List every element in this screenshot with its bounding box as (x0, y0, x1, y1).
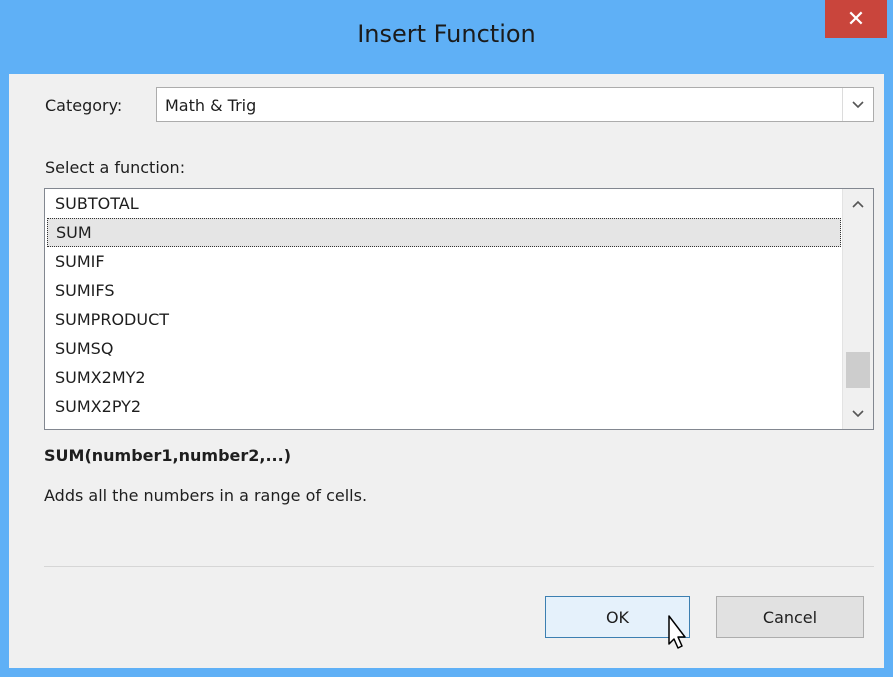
chevron-down-icon[interactable] (842, 88, 873, 121)
function-list-item[interactable]: SUMIF (45, 247, 843, 276)
close-icon: ✕ (846, 6, 866, 32)
close-button[interactable]: ✕ (825, 0, 887, 38)
category-label: Category: (45, 96, 123, 115)
category-dropdown[interactable]: Math & Trig (156, 87, 874, 122)
function-list-items: SUBTOTAL SUM SUMIF SUMIFS SUMPRODUCT SUMSQ SUM… (45, 189, 843, 421)
insert-function-dialog: Insert Function ✕ Category: Math & Trig … (0, 0, 893, 677)
divider (44, 566, 874, 567)
function-list-item[interactable]: SUMX2PY2 (45, 392, 843, 421)
function-list-item[interactable]: SUMX2MY2 (45, 363, 843, 392)
category-selected-value: Math & Trig (165, 96, 257, 115)
scrollbar-thumb[interactable] (846, 352, 870, 388)
function-list-item[interactable]: SUBTOTAL (45, 189, 843, 218)
scroll-down-icon[interactable] (843, 399, 873, 429)
title-bar[interactable]: Insert Function ✕ (0, 0, 893, 74)
cancel-button[interactable]: Cancel (716, 596, 864, 638)
dialog-body: Category: Math & Trig Select a function:… (9, 74, 884, 668)
list-scrollbar[interactable] (842, 189, 873, 429)
scroll-up-icon[interactable] (843, 189, 873, 219)
function-listbox[interactable]: SUBTOTAL SUM SUMIF SUMIFS SUMPRODUCT SUMSQ SUM… (44, 188, 874, 430)
function-list-item[interactable]: SUMSQ (45, 334, 843, 363)
function-list-item[interactable]: SUMPRODUCT (45, 305, 843, 334)
function-description: Adds all the numbers in a range of cells… (44, 486, 368, 505)
select-function-label: Select a function: (45, 158, 186, 177)
dialog-title: Insert Function (357, 20, 536, 48)
function-list-item[interactable]: SUM (47, 218, 841, 247)
function-signature: SUM(number1,number2,...) (44, 446, 292, 465)
function-list-item[interactable]: SUMIFS (45, 276, 843, 305)
mouse-pointer-icon (668, 615, 686, 649)
